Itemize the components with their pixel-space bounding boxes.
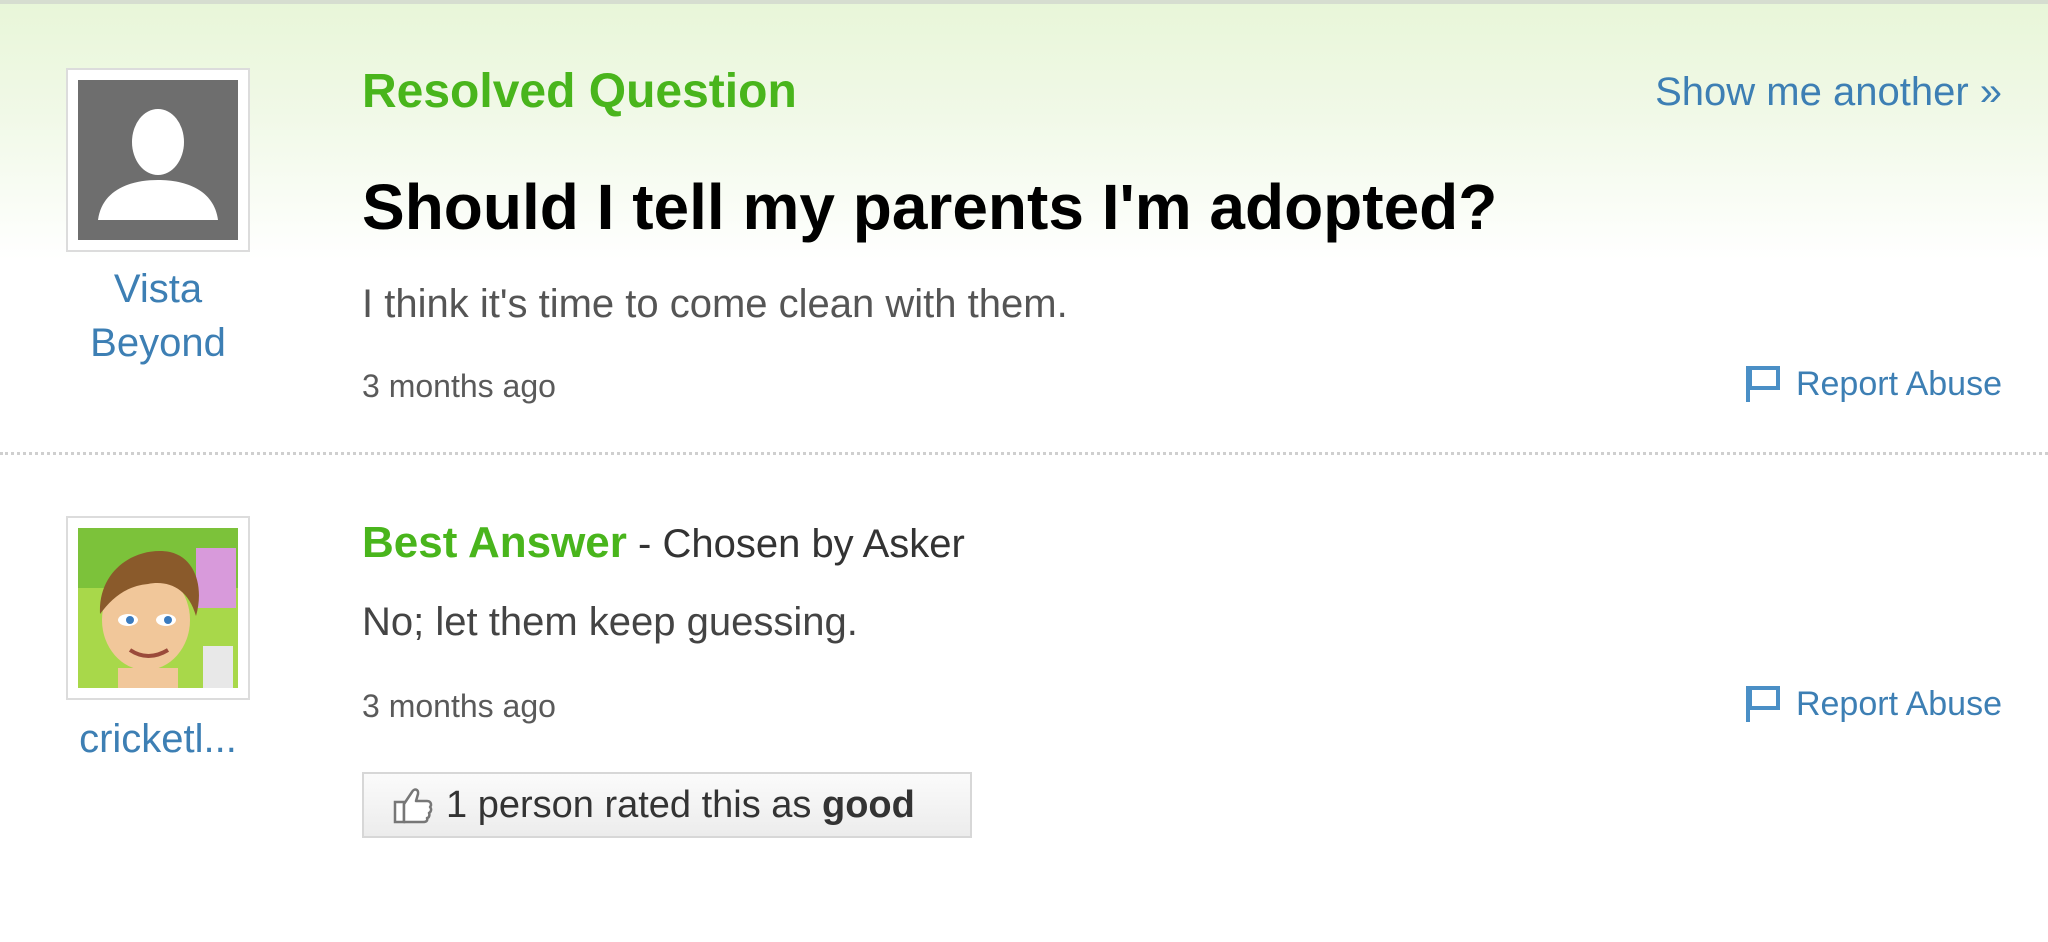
answer-body: No; let them keep guessing.: [362, 600, 858, 644]
rating-button[interactable]: 1 person rated this as good: [362, 772, 972, 838]
best-answer-line: Best Answer - Chosen by Asker: [362, 518, 965, 568]
cartoon-avatar-icon: [78, 528, 238, 688]
answerer-name[interactable]: cricketl...: [40, 712, 276, 766]
question-timestamp: 3 months ago: [362, 368, 556, 404]
asker-name-line2[interactable]: Beyond: [40, 316, 276, 370]
show-me-another-link[interactable]: Show me another »: [1655, 70, 2002, 115]
answer-report-abuse-label[interactable]: Report Abuse: [1796, 685, 2002, 724]
rating-text: 1 person rated this as good: [446, 784, 915, 827]
best-answer-label: Best Answer: [362, 518, 627, 567]
rating-value: good: [822, 783, 915, 826]
asker-name-line1[interactable]: Vista: [40, 262, 276, 316]
asker-avatar[interactable]: [66, 68, 250, 252]
answer-timestamp: 3 months ago: [362, 688, 556, 724]
question-report-abuse-link[interactable]: Report Abuse: [1744, 364, 2002, 404]
question-body: I think it's time to come clean with the…: [362, 282, 1068, 326]
chosen-by-asker-text: - Chosen by Asker: [626, 522, 965, 566]
asker-name[interactable]: Vista Beyond: [40, 262, 276, 370]
resolved-question-label: Resolved Question: [362, 65, 797, 118]
top-rule: [0, 0, 2048, 4]
generic-user-silhouette-icon: [78, 80, 238, 240]
question-title: Should I tell my parents I'm adopted?: [362, 171, 1498, 243]
page: Vista Beyond Resolved Question Show me a…: [0, 0, 2048, 942]
silhouette-svg: [78, 80, 238, 240]
rating-prefix: 1 person rated this as: [446, 783, 822, 826]
thumbs-up-icon: [392, 784, 434, 826]
answer-report-abuse-link[interactable]: Report Abuse: [1744, 684, 2002, 724]
section-divider: [0, 452, 2048, 455]
cartoon-avatar-svg: [78, 528, 238, 688]
answerer-avatar[interactable]: [66, 516, 250, 700]
flag-icon: [1744, 364, 1782, 404]
flag-icon: [1744, 684, 1782, 724]
question-report-abuse-label[interactable]: Report Abuse: [1796, 365, 2002, 404]
